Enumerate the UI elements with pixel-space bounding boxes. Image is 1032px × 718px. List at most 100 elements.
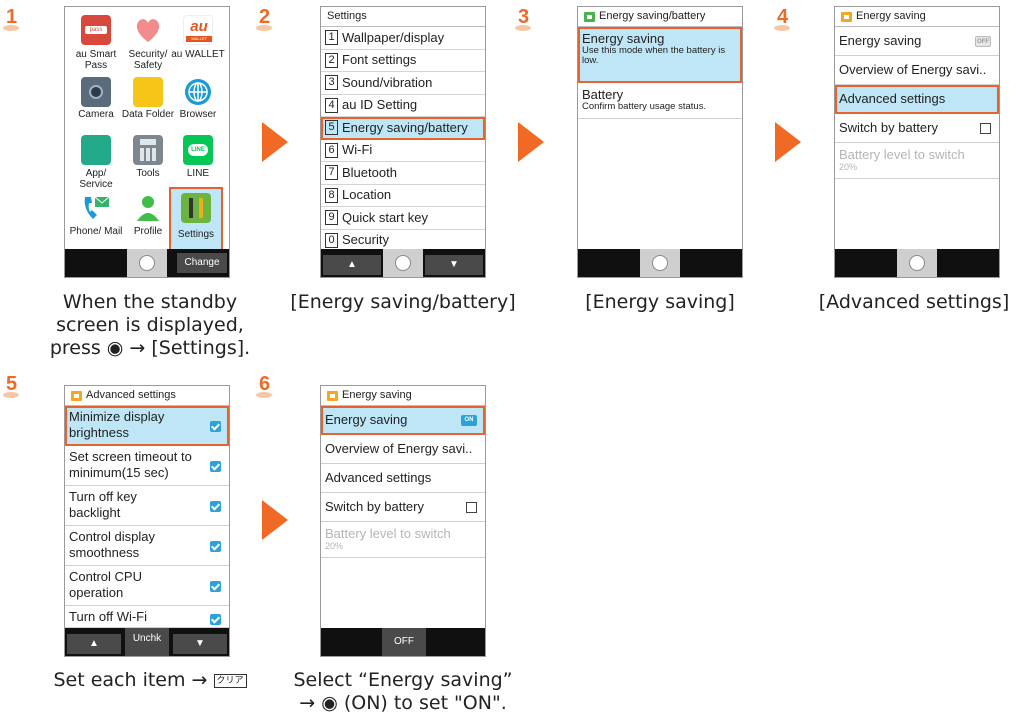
menu-item-battery[interactable]: Battery Confirm battery usage status. (578, 83, 742, 119)
settings-icon (181, 193, 211, 223)
right-softkey[interactable]: Change (177, 253, 227, 273)
step-caption: [Advanced settings] (818, 291, 1010, 313)
advanced-item[interactable]: Set screen timeout to minimum(15 sec) (65, 446, 229, 486)
settings-item[interactable]: 9 Quick start key (321, 207, 485, 230)
screen-title: Settings (321, 7, 485, 27)
center-softkey-unchk[interactable]: Unchk (125, 628, 169, 656)
app-label: au Smart Pass (75, 49, 117, 71)
on-badge-icon: ON (461, 415, 477, 426)
app-label: Browser (179, 109, 217, 120)
screen-title: Energy saving (835, 7, 999, 27)
advanced-item[interactable]: Control display smoothness (65, 526, 229, 566)
right-softkey[interactable]: ▼ (425, 255, 483, 275)
menu-item[interactable]: Switch by battery (321, 493, 485, 522)
menu-item[interactable]: Advanced settings (321, 464, 485, 493)
softkey-bar: Change (65, 249, 229, 277)
right-softkey[interactable]: ▼ (173, 634, 227, 654)
apps-icon[interactable] (81, 135, 111, 165)
phone-screen-energy-saving-on: Energy saving Energy saving ON Overview … (320, 385, 486, 657)
app-label: au WALLET (171, 49, 225, 60)
settings-app-highlight[interactable]: Settings (169, 187, 223, 251)
phone-screen-energy-battery: Energy saving/battery Energy saving Use … (577, 6, 743, 278)
au-wallet-icon[interactable]: au WALLET (183, 15, 213, 45)
pass-icon[interactable]: pass (81, 15, 111, 45)
step-number: 1 (2, 6, 20, 31)
menu-item[interactable]: Overview of Energy savi.. (321, 435, 485, 464)
menu-item[interactable]: Energy saving OFF (835, 27, 999, 56)
step-number: 3 (514, 6, 532, 31)
off-badge-icon: OFF (975, 36, 991, 47)
menu-item-disabled: Battery level to switch 20% (835, 143, 999, 179)
center-softkey[interactable] (127, 249, 167, 277)
heart-icon[interactable] (133, 15, 163, 45)
screen-title: Energy saving/battery (578, 7, 742, 27)
menu-item[interactable]: Switch by battery (835, 114, 999, 143)
pass-badge: pass (85, 26, 107, 34)
profile-icon[interactable] (133, 193, 163, 223)
settings-item[interactable]: 1 Wallpaper/display (321, 27, 485, 50)
menu-item-disabled: Battery level to switch 20% (321, 522, 485, 558)
menu-item-energy-saving[interactable]: Energy saving Use this mode when the bat… (578, 27, 742, 83)
settings-item[interactable]: 7 Bluetooth (321, 162, 485, 185)
next-arrow-icon (518, 122, 544, 162)
camera-icon[interactable] (81, 77, 111, 107)
settings-item[interactable]: 4 au ID Setting (321, 95, 485, 117)
step-caption: [Energy saving] (585, 291, 735, 313)
checkbox-checked-icon (210, 421, 221, 432)
softkey-bar: ▲ Unchk ▼ (65, 628, 229, 656)
settings-item[interactable]: 8 Location (321, 185, 485, 207)
app-label: Profile (133, 226, 163, 237)
step-number: 5 (2, 373, 20, 398)
center-softkey[interactable] (640, 249, 680, 277)
next-arrow-icon (775, 122, 801, 162)
center-softkey[interactable] (383, 249, 423, 277)
app-label: Tools (136, 168, 160, 179)
app-label: Phone/ Mail (69, 226, 123, 237)
au-wallet-sub: WALLET (186, 36, 212, 42)
step-caption: [Energy saving/battery] (290, 291, 516, 313)
center-softkey-off[interactable]: OFF (382, 628, 426, 656)
line-icon[interactable]: LINE (183, 135, 213, 165)
settings-item[interactable]: 6 Wi-Fi (321, 140, 485, 162)
checkbox-checked-icon (210, 501, 221, 512)
checkbox-checked-icon (210, 581, 221, 592)
globe-icon[interactable] (183, 77, 213, 107)
calculator-icon[interactable] (133, 135, 163, 165)
au-logo: au (190, 18, 208, 35)
center-softkey[interactable] (897, 249, 937, 277)
settings-item[interactable]: 3 Sound/vibration (321, 72, 485, 95)
step-number: 2 (255, 6, 273, 31)
energy-saving-icon (327, 390, 338, 401)
advanced-item[interactable]: Turn off Wi-Fi (65, 606, 229, 628)
checkbox-checked-icon (210, 614, 221, 625)
left-softkey[interactable]: ▲ (323, 255, 381, 275)
settings-item-energy-saving[interactable]: 5 Energy saving/battery (321, 117, 485, 140)
app-label: Settings (177, 229, 215, 240)
left-softkey[interactable]: ▲ (67, 634, 121, 654)
menu-item[interactable]: Overview of Energy savi.. (835, 56, 999, 85)
menu-item-energy-saving[interactable]: Energy saving ON (321, 406, 485, 435)
advanced-item[interactable]: Control CPU operation (65, 566, 229, 606)
app-label: LINE (186, 168, 210, 179)
advanced-item[interactable]: Turn off key backlight (65, 486, 229, 526)
phone-screen-settings: Settings 1 Wallpaper/display 2 Font settin… (320, 6, 486, 278)
app-label: Security/ Safety (128, 49, 168, 71)
screen-title: Advanced settings (65, 386, 229, 406)
step-number: 4 (773, 6, 791, 31)
settings-item[interactable]: 2 Font settings (321, 50, 485, 72)
checkbox-icon (980, 123, 991, 134)
step-caption: When the standby screen is displayed, pr… (49, 291, 251, 359)
energy-saving-icon (71, 390, 82, 401)
advanced-item[interactable]: Minimize display brightness (65, 406, 229, 446)
menu-item-advanced-settings[interactable]: Advanced settings (835, 85, 999, 114)
next-arrow-icon (262, 500, 288, 540)
phone-mail-icon[interactable] (81, 193, 111, 223)
battery-menu-icon (584, 11, 595, 22)
step-number: 6 (255, 373, 273, 398)
softkey-bar: ▲ ▼ (321, 249, 485, 277)
clear-key-icon: クリア (213, 673, 247, 688)
phone-screen-home: pass au WALLET au Smart Pass Security/ S… (64, 6, 230, 278)
folder-icon[interactable] (133, 77, 163, 107)
phone-screen-advanced-settings: Advanced settings Minimize display brigh… (64, 385, 230, 657)
checkbox-checked-icon (210, 461, 221, 472)
